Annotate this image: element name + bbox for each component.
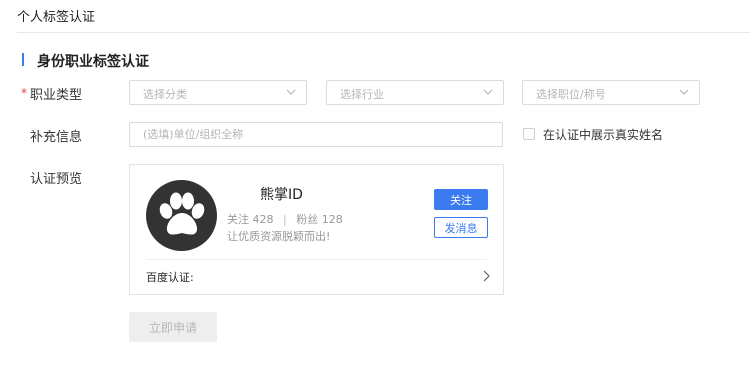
category-select-placeholder: 选择分类 <box>143 88 187 101</box>
fans-count: 128 <box>321 213 343 226</box>
message-button[interactable]: 发消息 <box>434 217 488 238</box>
top-divider <box>17 32 750 33</box>
extra-info-input[interactable] <box>129 122 503 147</box>
card-slogan: 让优质资源脱颖而出! <box>227 230 331 243</box>
avatar <box>146 180 217 251</box>
section-accent-bar <box>22 53 24 66</box>
follow-count: 428 <box>252 213 274 226</box>
preview-card: 熊掌ID 关注 428 | 粉丝 128 让优质资源脱颖而出! 关注 发消息 百… <box>129 164 504 295</box>
cert-label: 百度认证: <box>146 271 194 284</box>
paw-icon <box>159 192 205 235</box>
card-stats: 关注 428 | 粉丝 128 <box>227 211 343 227</box>
fans-label: 粉丝 <box>296 213 319 226</box>
card-name: 熊掌ID <box>260 187 303 203</box>
preview-label: 认证预览 <box>30 172 83 187</box>
industry-select-placeholder: 选择行业 <box>340 88 384 101</box>
section-title: 身份职业标签认证 <box>37 54 149 70</box>
industry-select[interactable]: 选择行业 <box>326 80 504 105</box>
required-mark: * <box>21 86 27 100</box>
card-divider <box>146 259 487 260</box>
follow-button[interactable]: 关注 <box>434 189 488 210</box>
apply-button[interactable]: 立即申请 <box>129 312 217 342</box>
position-select[interactable]: 选择职位/称号 <box>522 80 700 105</box>
stats-separator: | <box>283 213 287 226</box>
occupation-label: 职业类型 <box>30 88 83 103</box>
page-title: 个人标签认证 <box>17 10 96 25</box>
chevron-right-icon[interactable] <box>481 269 491 283</box>
chevron-down-icon <box>483 89 493 95</box>
chevron-down-icon <box>286 89 296 95</box>
position-select-placeholder: 选择职位/称号 <box>536 88 606 101</box>
category-select[interactable]: 选择分类 <box>129 80 307 105</box>
chevron-down-icon <box>679 89 689 95</box>
extra-info-label: 补充信息 <box>30 130 83 145</box>
follow-label: 关注 <box>227 213 249 226</box>
show-real-name-label[interactable]: 在认证中展示真实姓名 <box>543 126 663 143</box>
show-real-name-checkbox[interactable] <box>523 128 535 140</box>
